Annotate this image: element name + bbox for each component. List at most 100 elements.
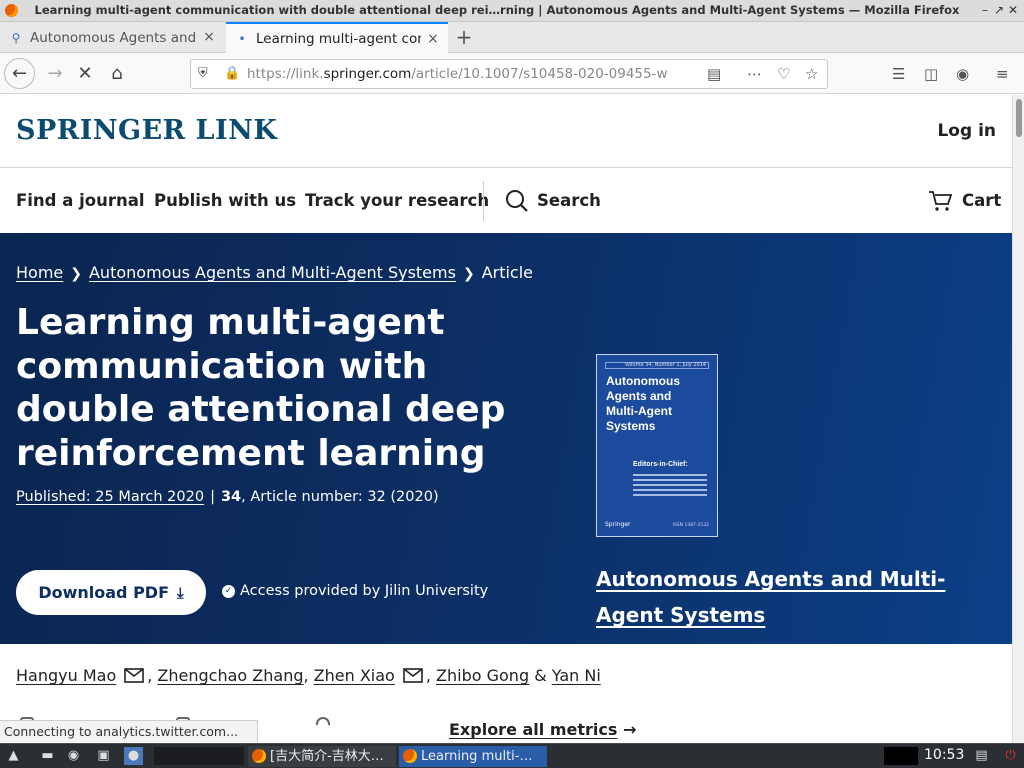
page-viewport: SPRINGER LINK Log in Find a journal Publ… [0, 95, 1012, 743]
breadcrumb: Home ❯ Autonomous Agents and Multi-Agent S… [16, 263, 533, 282]
author-link[interactable]: Zhengchao Zhang [157, 666, 303, 685]
article-hero: Home ❯ Autonomous Agents and Multi-Agent S… [0, 233, 1012, 709]
download-icon: ⤓ [177, 583, 184, 602]
author-link[interactable]: Hangyu Mao [16, 666, 116, 685]
taskbar-task[interactable]: [吉大简介-吉林大… [248, 746, 396, 767]
desktop-taskbar: ▲ ▬ ◉ ▣ ● [吉大简介-吉林大… Learning multi-… 10… [0, 743, 1024, 768]
site-header: SPRINGER LINK Log in [0, 95, 1012, 168]
account-icon[interactable]: ◉ [956, 65, 969, 83]
separator: , [303, 666, 309, 685]
workspace-1[interactable] [154, 747, 184, 765]
arrow-right-icon: → [773, 690, 787, 709]
altmetric-icon [316, 717, 330, 725]
submit-manuscript-link[interactable]: Submit manuscript → [596, 690, 786, 709]
track-research-link[interactable]: Track your research [305, 191, 489, 210]
tab-label: Learning multi-agent communication with … [256, 31, 421, 47]
tab-article[interactable]: • Learning multi-agent communication wit… [226, 22, 448, 54]
start-menu-icon[interactable]: ▲ [4, 747, 23, 765]
page-actions-icon[interactable]: ⋯ [747, 65, 762, 83]
tab-strip: ⚲ Autonomous Agents and Multi-Agent Syst… [0, 22, 1024, 54]
author-link[interactable]: Zhibo Gong [436, 666, 529, 685]
separator: | [210, 489, 215, 505]
firefox-icon [403, 749, 417, 763]
access-notice: ✓ Access provided by Jilin University [222, 583, 488, 599]
breadcrumb-current: Article [481, 263, 534, 282]
reader-view-icon[interactable]: ▤ [707, 65, 721, 83]
arrow-right-icon: → [622, 720, 637, 739]
address-bar[interactable]: ⛨ 🔒 https://link.springer.com/article/10… [190, 59, 828, 89]
sidebar-icon[interactable]: ◫ [924, 65, 938, 83]
new-tab-button[interactable]: + [452, 26, 476, 50]
lock-icon[interactable]: 🔒 [224, 66, 240, 81]
cover-issn: ISSN 1387-2532 [672, 523, 709, 528]
download-pdf-button[interactable]: Download PDF ⤓ [16, 570, 206, 615]
tray-icon[interactable] [884, 747, 918, 765]
separator: & [534, 666, 547, 685]
browser-launcher-icon[interactable]: ◉ [64, 747, 83, 765]
login-link[interactable]: Log in [937, 121, 996, 141]
page-scrollbar[interactable] [1012, 95, 1024, 743]
cover-text-lines [633, 471, 707, 496]
search-link[interactable]: Search [537, 191, 601, 210]
minimize-icon[interactable]: – [978, 2, 992, 18]
author-link[interactable]: Yan Ni [552, 666, 601, 685]
url-text[interactable]: https://link.springer.com/article/10.100… [247, 66, 675, 82]
tracking-shield-icon[interactable]: ⛨ [198, 66, 208, 81]
library-icon[interactable]: ☰ [892, 65, 905, 83]
pocket-icon[interactable]: ♡ [777, 65, 790, 83]
chevron-right-icon: ❯ [462, 266, 475, 282]
author-list: Hangyu Mao , Zhengchao Zhang, Zhen Xiao … [16, 666, 601, 685]
journal-name-link[interactable]: Autonomous Agents and Multi-Agent System… [596, 561, 986, 633]
email-icon[interactable] [124, 668, 145, 683]
aims-scope-link[interactable]: Aims and scope → [596, 653, 756, 672]
workspace-3[interactable] [214, 747, 244, 765]
cart-icon[interactable] [928, 189, 952, 213]
nav-divider [483, 181, 484, 221]
volume[interactable]: 34 [221, 489, 241, 505]
cart-link[interactable]: Cart [962, 191, 1001, 210]
bookmark-star-icon[interactable]: ☆ [805, 65, 818, 83]
file-manager-icon[interactable]: ▣ [94, 747, 113, 765]
clock[interactable]: 10:53 [924, 747, 964, 763]
taskbar-task[interactable]: Learning multi-… [399, 746, 547, 767]
springer-link-logo[interactable]: SPRINGER LINK [16, 115, 277, 146]
show-desktop-icon[interactable]: ▬ [38, 747, 57, 765]
breadcrumb-journal[interactable]: Autonomous Agents and Multi-Agent System… [89, 263, 456, 282]
status-bar: Connecting to analytics.twitter.com... [0, 720, 258, 742]
chevron-right-icon: ❯ [70, 266, 82, 282]
firefox-launcher-icon[interactable]: ● [124, 747, 143, 765]
scrollbar-thumb[interactable] [1016, 99, 1022, 137]
article-number: , Article number: 32 (2020) [241, 489, 439, 505]
close-tab-icon[interactable]: × [426, 32, 440, 46]
close-window-icon[interactable]: ✕ [1006, 2, 1020, 18]
tab-journal[interactable]: ⚲ Autonomous Agents and Multi-Agent Syst… [0, 22, 224, 53]
separator: , [147, 666, 153, 685]
close-tab-icon[interactable]: × [202, 30, 216, 44]
publish-link[interactable]: Publish with us [154, 191, 296, 210]
window-title: Learning multi-agent communication with … [34, 3, 960, 17]
published-date[interactable]: Published: 25 March 2020 [16, 489, 204, 505]
separator: , [425, 666, 431, 685]
find-journal-link[interactable]: Find a journal [16, 191, 145, 210]
explore-metrics-link[interactable]: Explore all metrics → [449, 720, 636, 739]
journal-cover-image[interactable]: Volume 34, Number 1, July 2014 Autonomou… [596, 354, 718, 537]
back-button[interactable]: ← [4, 58, 35, 89]
power-icon[interactable]: ⏻ [1001, 747, 1020, 765]
stop-loading-button[interactable]: ✕ [70, 59, 100, 89]
search-icon[interactable] [505, 189, 529, 213]
menu-icon[interactable]: ≡ [996, 65, 1009, 83]
access-text: Access provided by Jilin University [240, 583, 489, 599]
cover-editors: Editors-in-Chief: [633, 461, 688, 468]
maximize-icon[interactable]: ↗ [992, 2, 1006, 18]
home-button[interactable]: ⌂ [102, 59, 132, 89]
network-icon[interactable]: ▤ [972, 747, 991, 765]
breadcrumb-home[interactable]: Home [16, 263, 63, 282]
author-link[interactable]: Zhen Xiao [314, 666, 395, 685]
forward-button[interactable]: → [40, 59, 70, 89]
arrow-right-icon: → [742, 653, 757, 672]
search-favicon-icon: ⚲ [11, 30, 21, 45]
email-icon[interactable] [403, 668, 423, 683]
workspace-2[interactable] [184, 747, 214, 765]
download-pdf-label: Download PDF [38, 583, 170, 602]
publication-info: Published: 25 March 2020 | 34, Article num… [16, 489, 439, 505]
